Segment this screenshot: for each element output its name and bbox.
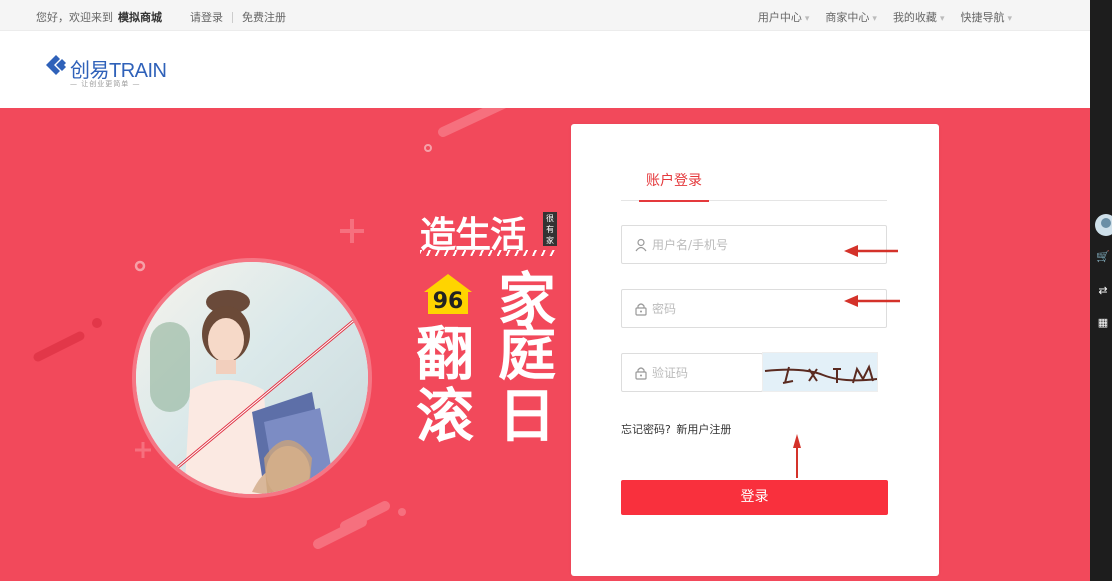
- login-panel: 账户登录 忘记密码?: [571, 124, 939, 576]
- qrcode-icon[interactable]: ▦: [1095, 316, 1111, 329]
- menu-user-center[interactable]: 用户中心: [758, 9, 810, 25]
- password-field[interactable]: [621, 289, 887, 328]
- slogan-char-gun: 滚: [416, 382, 475, 450]
- login-tabs: 账户登录: [621, 170, 887, 202]
- lock-icon: [635, 303, 647, 316]
- new-user-register-link[interactable]: 新用户注册: [676, 423, 731, 436]
- forgot-register-links: 忘记密码? 新用户注册: [621, 421, 733, 437]
- site-logo[interactable]: 创易TRAIN — 让创业更简单 —: [42, 53, 172, 93]
- compare-icon[interactable]: ⇄: [1095, 284, 1111, 297]
- right-toolbar: 🛒 ⇄ ▦: [1090, 0, 1112, 581]
- header: 创易TRAIN — 让创业更简单 —: [0, 31, 1090, 108]
- slogan-char-fan: 翻: [416, 320, 475, 388]
- slogan-tag: 很有家: [543, 212, 557, 246]
- forgot-password-link[interactable]: 忘记密码?: [621, 423, 671, 436]
- divider: [232, 11, 233, 23]
- portrait-figure: [143, 290, 368, 494]
- captcha-glyphs: [764, 364, 877, 384]
- slogan-char-ting: 庭: [498, 320, 557, 388]
- svg-text:96: 96: [433, 289, 464, 314]
- greeting-text: 您好，欢迎来到: [36, 11, 113, 24]
- menu-favorites[interactable]: 我的收藏: [893, 9, 945, 25]
- top-bar-left: 您好，欢迎来到 模拟商城 请登录 免费注册: [36, 9, 286, 25]
- username-input[interactable]: [652, 226, 852, 263]
- cart-icon[interactable]: 🛒: [1095, 250, 1111, 263]
- login-button[interactable]: 登录: [621, 480, 888, 515]
- slogan-char-ri: 日: [498, 382, 557, 450]
- tab-account-login[interactable]: 账户登录: [631, 170, 717, 202]
- house-96-icon: 96: [424, 274, 472, 314]
- menu-merchant-center[interactable]: 商家中心: [825, 9, 877, 25]
- avatar[interactable]: [1095, 214, 1112, 236]
- model-portrait-image: [132, 258, 372, 498]
- login-link[interactable]: 请登录: [190, 9, 223, 25]
- lock-icon: [635, 367, 647, 380]
- store-name-link[interactable]: 模拟商城: [118, 9, 162, 25]
- top-bar-menus: 用户中心 商家中心 我的收藏 快捷导航: [758, 9, 1012, 25]
- top-bar: 您好，欢迎来到 模拟商城 请登录 免费注册 用户中心 商家中心 我的收藏 快捷导…: [0, 0, 1090, 31]
- password-input[interactable]: [652, 290, 852, 327]
- captcha-image[interactable]: [762, 352, 878, 392]
- logo-slogan: — 让创业更简单 —: [70, 80, 141, 88]
- captcha-field[interactable]: [621, 353, 852, 392]
- user-icon: [635, 238, 647, 252]
- username-field[interactable]: [621, 225, 887, 264]
- register-link[interactable]: 免费注册: [242, 9, 286, 25]
- logo-mark-icon: [46, 55, 66, 75]
- slogan-dashes: [420, 250, 558, 256]
- menu-quick-nav[interactable]: 快捷导航: [960, 9, 1012, 25]
